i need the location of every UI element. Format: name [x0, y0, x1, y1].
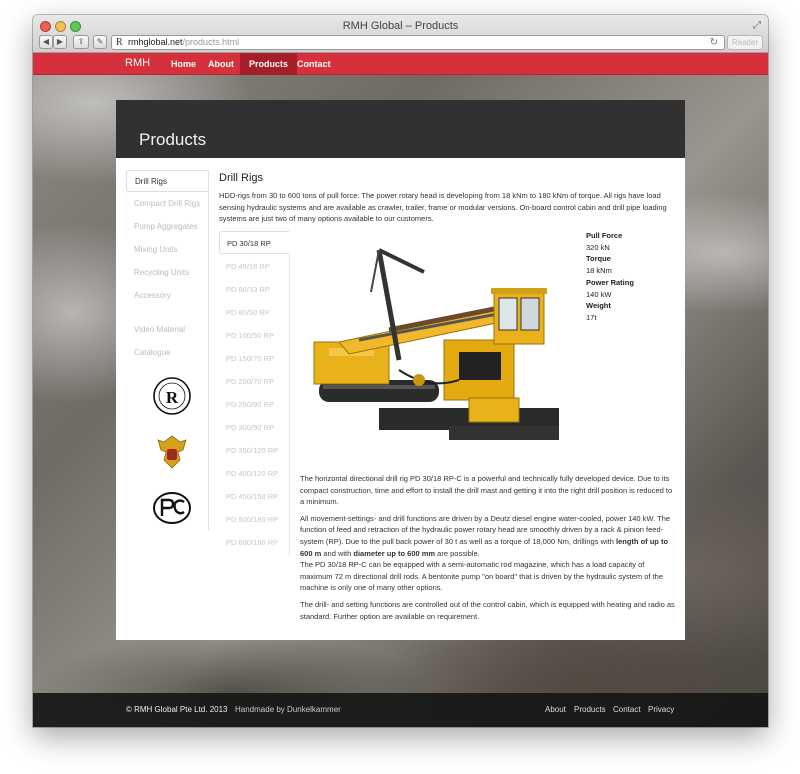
browser-toolbar: RMH Global – Products ⤢ ◀ ▶ ⇪ ✎ R rmhglo… — [33, 15, 768, 53]
page-title: Products — [139, 130, 207, 149]
page-header: Products — [116, 100, 685, 158]
description-emphasis: diameter up to 600 mm — [353, 548, 436, 558]
sidebar-item-drill-rigs[interactable]: Drill Rigs — [126, 170, 208, 192]
product-description: The horizontal directional drill rig PD … — [300, 473, 675, 627]
model-item-pd-80-50[interactable]: PD 80/50 RP — [219, 301, 289, 324]
certification-seal-icon: R — [153, 377, 191, 415]
back-button[interactable]: ◀ — [39, 35, 53, 49]
svg-text:R: R — [166, 388, 179, 407]
nav-link-contact[interactable]: Contact — [289, 53, 339, 75]
spec-value-torque: 18 kNm — [586, 266, 612, 276]
site-favicon: R — [116, 37, 123, 48]
model-item-pd-500-180[interactable]: PD 500/180 RP — [219, 508, 289, 531]
description-paragraph: All movement-settings- and drill functio… — [300, 513, 675, 594]
description-text: The PD 30/18 RP-C can be equipped with a… — [300, 560, 664, 593]
sidebar-item-mixing-units[interactable]: Mixing Units — [126, 239, 208, 261]
sidebar-item-pump-aggregates[interactable]: Pump Aggregates — [126, 216, 208, 238]
nav-link-home[interactable]: Home — [163, 53, 204, 75]
browser-window: RMH Global – Products ⤢ ◀ ▶ ⇪ ✎ R rmhglo… — [33, 15, 768, 727]
footer-link-privacy[interactable]: Privacy — [648, 705, 674, 714]
spec-value-pull-force: 320 kN — [586, 242, 610, 252]
model-item-pd-300-90[interactable]: PD 300/90 RP — [219, 416, 289, 439]
site-footer: © RMH Global Pte Ltd. 2013 Handmade by D… — [33, 693, 768, 727]
state-emblem-icon — [157, 435, 187, 469]
pc-mark-icon — [153, 492, 191, 524]
copyright-text: © RMH Global Pte Ltd. 2013 — [126, 705, 228, 714]
description-text: are possible. — [435, 548, 480, 558]
sidebar-item-accessory[interactable]: Accessory — [126, 285, 208, 307]
drill-rig-image — [313, 248, 559, 440]
spec-list: Pull Force 320 kN Torque 18 kNm Power Ra… — [586, 230, 681, 324]
description-paragraph: The drill- and setting functions are con… — [300, 599, 675, 621]
spec-value-weight: 17t — [586, 312, 597, 322]
sidebar-item-catalogue[interactable]: Catalogue — [126, 342, 208, 364]
model-item-pd-350-120[interactable]: PD 350/120 RP — [219, 439, 289, 462]
section-intro: HDD-rigs from 30 to 600 tons of pull for… — [219, 191, 667, 223]
spec-label-pull-force: Pull Force — [586, 231, 623, 240]
window-title: RMH Global – Products — [342, 20, 459, 32]
brand-logo[interactable]: RMH — [125, 57, 150, 69]
model-item-pd-60-33[interactable]: PD 60/33 RP — [219, 278, 289, 301]
sidebar-divider — [208, 170, 209, 530]
spec-label-power-rating: Power Rating — [586, 277, 634, 287]
site-navbar: RMH Home About Products Contact — [33, 53, 768, 75]
footer-link-contact[interactable]: Contact — [613, 705, 641, 714]
settings-icon[interactable]: ✎ — [93, 35, 107, 49]
model-item-pd-150-70[interactable]: PD 150/70 RP — [219, 347, 289, 370]
model-item-pd-200-70[interactable]: PD 200/70 RP — [219, 370, 289, 393]
sidebar-item-recycling-units[interactable]: Recycling Units — [126, 262, 208, 284]
page-viewport: RMH Home About Products Contact Products… — [33, 53, 768, 727]
url-host: rmhglobal.net — [128, 37, 183, 47]
content-panel: Products Drill Rigs Compact Drill Rigs P… — [116, 100, 685, 640]
spec-label-torque: Torque — [586, 254, 611, 264]
spec-label-weight: Weight — [586, 301, 611, 311]
model-item-pd-600-180[interactable]: PD 600/180 RP — [219, 531, 289, 554]
model-item-pd-30-18[interactable]: PD 30/18 RP — [219, 231, 289, 254]
reload-icon[interactable]: ↻ — [710, 36, 718, 49]
description-paragraph: The horizontal directional drill rig PD … — [300, 474, 673, 507]
model-item-pd-45-18[interactable]: PD 45/18 RP — [219, 255, 289, 278]
nav-link-about[interactable]: About — [200, 53, 242, 75]
reader-button[interactable]: Reader — [727, 35, 763, 50]
url-path: /products.html — [182, 37, 240, 47]
footer-link-products[interactable]: Products — [574, 705, 606, 714]
spec-value-power-rating: 140 kW — [586, 289, 612, 299]
address-bar[interactable]: R rmhglobal.net/products.html ↻ — [111, 35, 725, 50]
description-text: and with — [321, 548, 354, 558]
model-item-pd-450-150[interactable]: PD 450/150 RP — [219, 485, 289, 508]
model-item-pd-100-50[interactable]: PD 100/50 RP — [219, 324, 289, 347]
model-item-pd-250-90[interactable]: PD 250/90 RP — [219, 393, 289, 416]
sidebar-item-video-material[interactable]: Video Material — [126, 319, 208, 341]
forward-button[interactable]: ▶ — [53, 35, 67, 49]
model-item-pd-400-120[interactable]: PD 400/120 RP — [219, 462, 289, 485]
credit-link[interactable]: Handmade by Dunkelkammer — [235, 705, 341, 714]
description-text: All movement-settings- and drill functio… — [300, 513, 671, 546]
fullscreen-icon[interactable]: ⤢ — [753, 20, 761, 31]
sidebar-item-compact-drill-rigs[interactable]: Compact Drill Rigs — [126, 193, 208, 215]
section-title: Drill Rigs — [219, 172, 263, 184]
share-button[interactable]: ⇪ — [73, 35, 89, 49]
footer-link-about[interactable]: About — [545, 705, 566, 714]
model-list-divider — [289, 255, 290, 555]
